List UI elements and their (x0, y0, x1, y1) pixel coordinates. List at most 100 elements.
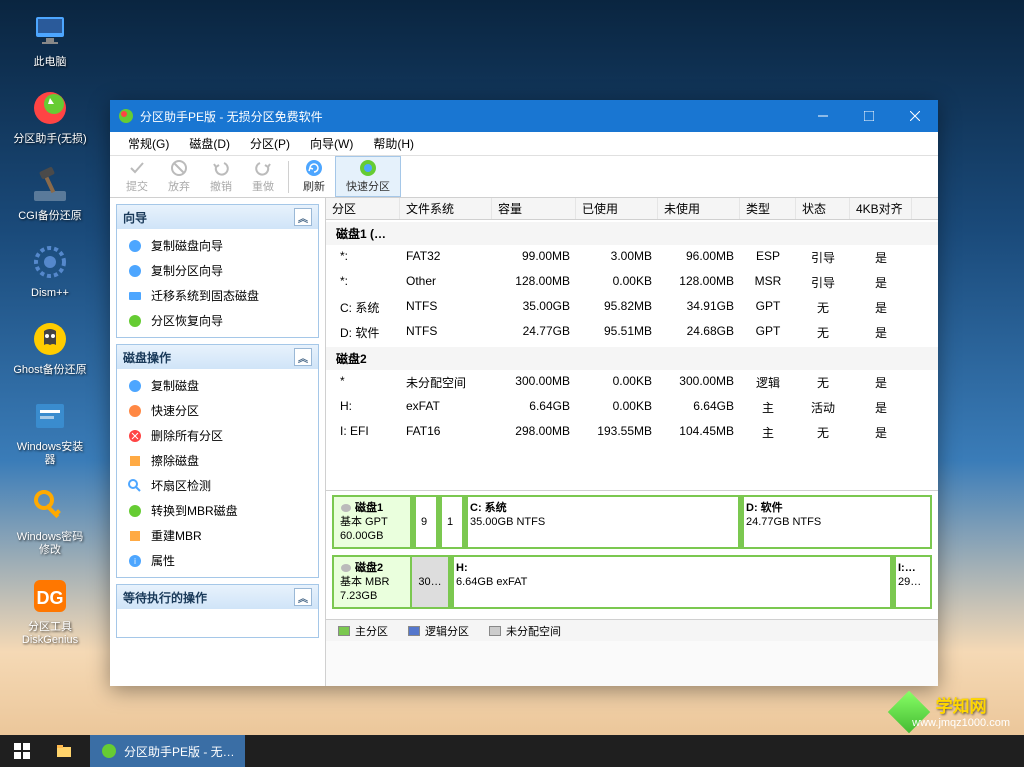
scan-icon (127, 478, 143, 494)
desktop-icon-dism[interactable]: Dism++ (12, 241, 88, 300)
submit-button[interactable]: 提交 (116, 157, 158, 196)
partition-icon (127, 403, 143, 419)
disk2-header[interactable]: 磁盘2 (326, 347, 938, 370)
desktop-icon-password[interactable]: Windows密码修改 (12, 485, 88, 557)
col-align[interactable]: 4KB对齐 (850, 198, 912, 219)
op-wipe-disk[interactable]: 擦除磁盘 (119, 448, 316, 473)
desktop-icon-diskgenius[interactable]: DG 分区工具DiskGenius (12, 575, 88, 647)
menu-partition[interactable]: 分区(P) (240, 133, 300, 154)
desktop-icon-ghost[interactable]: Ghost备份还原 (12, 318, 88, 377)
menubar: 常规(G) 磁盘(D) 分区(P) 向导(W) 帮助(H) (110, 132, 938, 156)
installer-icon (30, 396, 70, 436)
folder-icon (55, 742, 73, 760)
disk-icon (127, 263, 143, 279)
table-row[interactable]: D: 软件NTFS24.77GB95.51MB24.68GBGPT无是 (326, 320, 938, 345)
taskbar-app[interactable]: 分区助手PE版 - 无… (90, 735, 245, 767)
table-row[interactable]: *:Other128.00MB0.00KB128.00MBMSR引导是 (326, 270, 938, 295)
discard-button[interactable]: 放弃 (158, 157, 200, 196)
taskbar: 分区助手PE版 - 无… (0, 735, 1024, 767)
table-row[interactable]: *未分配空间300.00MB0.00KB300.00MB逻辑无是 (326, 370, 938, 395)
part-c[interactable]: C: 系统35.00GB NTFS (462, 497, 738, 547)
convert-icon (127, 503, 143, 519)
part-small1[interactable]: 9 (410, 497, 436, 547)
op-properties[interactable]: i属性 (119, 548, 316, 573)
table-row[interactable]: *:FAT3299.00MB3.00MB96.00MBESP引导是 (326, 245, 938, 270)
app-window: 分区助手PE版 - 无损分区免费软件 常规(G) 磁盘(D) 分区(P) 向导(… (110, 100, 938, 686)
op-bad-sector[interactable]: 坏扇区检测 (119, 473, 316, 498)
menu-disk[interactable]: 磁盘(D) (179, 133, 240, 154)
disk-layout: 磁盘1 基本 GPT 60.00GB 9 1 C: 系统35.00GB NTFS… (326, 490, 938, 619)
desktop-icon-cgi[interactable]: CGI备份还原 (12, 164, 88, 223)
redo-button[interactable]: 重做 (242, 157, 284, 196)
refresh-button[interactable]: 刷新 (293, 157, 335, 196)
table-row[interactable]: C: 系统NTFS35.00GB95.82MB34.91GBGPT无是 (326, 295, 938, 320)
check-icon (128, 159, 146, 177)
redo-icon (254, 159, 272, 177)
close-button[interactable] (892, 100, 938, 132)
part-d[interactable]: D: 软件24.77GB NTFS (738, 497, 930, 547)
col-state[interactable]: 状态 (796, 198, 850, 219)
op-quick-partition[interactable]: 快速分区 (119, 398, 316, 423)
disk1-label: 磁盘1 基本 GPT 60.00GB (334, 497, 410, 547)
minimize-button[interactable] (800, 100, 846, 132)
partition-icon (30, 88, 70, 128)
op-copy-disk[interactable]: 复制磁盘 (119, 373, 316, 398)
desktop-icon-wininstall[interactable]: Windows安装器 (12, 395, 88, 467)
disk-icon (127, 378, 143, 394)
disk1-header[interactable]: 磁盘1 (… (326, 222, 938, 245)
quick-partition-button[interactable]: 快速分区 (335, 156, 401, 197)
table-row[interactable]: I: EFIFAT16298.00MB193.55MB104.45MB主无是 (326, 420, 938, 445)
op-rebuild-mbr[interactable]: 重建MBR (119, 523, 316, 548)
part-i[interactable]: I:…29… (890, 557, 930, 607)
disk-ops-panel: 磁盘操作︽ 复制磁盘 快速分区 删除所有分区 擦除磁盘 坏扇区检测 转换到MBR… (116, 344, 319, 578)
collapse-icon[interactable]: ︽ (294, 348, 312, 366)
table-row[interactable]: H:exFAT6.64GB0.00KB6.64GB主活动是 (326, 395, 938, 420)
part-h[interactable]: H:6.64GB exFAT (448, 557, 890, 607)
collapse-icon[interactable]: ︽ (294, 588, 312, 606)
menu-help[interactable]: 帮助(H) (363, 133, 424, 154)
wizard-panel: 向导︽ 复制磁盘向导 复制分区向导 迁移系统到固态磁盘 分区恢复向导 (116, 204, 319, 338)
legend-logical: 逻辑分区 (408, 623, 469, 639)
maximize-button[interactable] (846, 100, 892, 132)
desktop-icon-partition[interactable]: 分区助手(无损) (12, 87, 88, 146)
partition-list[interactable]: 磁盘1 (… *:FAT3299.00MB3.00MB96.00MBESP引导是… (326, 220, 938, 490)
disk1-layout[interactable]: 磁盘1 基本 GPT 60.00GB 9 1 C: 系统35.00GB NTFS… (332, 495, 932, 549)
collapse-icon[interactable]: ︽ (294, 208, 312, 226)
titlebar[interactable]: 分区助手PE版 - 无损分区免费软件 (110, 100, 938, 132)
menu-general[interactable]: 常规(G) (118, 133, 179, 154)
panel-header-wizard[interactable]: 向导︽ (117, 205, 318, 229)
col-free[interactable]: 未使用 (658, 198, 740, 219)
wizard-copy-disk[interactable]: 复制磁盘向导 (119, 233, 316, 258)
wizard-recover[interactable]: 分区恢复向导 (119, 308, 316, 333)
menu-wizard[interactable]: 向导(W) (300, 133, 363, 154)
col-size[interactable]: 容量 (492, 198, 576, 219)
disk2-label: 磁盘2 基本 MBR 7.23GB (334, 557, 410, 607)
disk2-layout[interactable]: 磁盘2 基本 MBR 7.23GB 30… H:6.64GB exFAT I:…… (332, 555, 932, 609)
col-partition[interactable]: 分区 (326, 198, 400, 219)
wizard-migrate-ssd[interactable]: 迁移系统到固态磁盘 (119, 283, 316, 308)
ssd-icon (127, 288, 143, 304)
recover-icon (127, 313, 143, 329)
svg-text:DG: DG (37, 588, 64, 608)
panel-header-diskops[interactable]: 磁盘操作︽ (117, 345, 318, 369)
op-convert-mbr[interactable]: 转换到MBR磁盘 (119, 498, 316, 523)
op-delete-all[interactable]: 删除所有分区 (119, 423, 316, 448)
col-used[interactable]: 已使用 (576, 198, 658, 219)
start-button[interactable] (0, 735, 44, 767)
windows-icon (14, 743, 30, 759)
part-small2[interactable]: 1 (436, 497, 462, 547)
col-type[interactable]: 类型 (740, 198, 796, 219)
sidebar: 向导︽ 复制磁盘向导 复制分区向导 迁移系统到固态磁盘 分区恢复向导 磁盘操作︽… (110, 198, 326, 686)
legend: 主分区 逻辑分区 未分配空间 (326, 619, 938, 641)
desktop-icon-thispc[interactable]: 此电脑 (12, 10, 88, 69)
undo-button[interactable]: 撤销 (200, 157, 242, 196)
col-fs[interactable]: 文件系统 (400, 198, 492, 219)
app-icon (100, 742, 118, 760)
panel-header-pending[interactable]: 等待执行的操作︽ (117, 585, 318, 609)
disk-icon (340, 563, 352, 573)
taskbar-explorer[interactable] (45, 735, 89, 767)
part-unalloc[interactable]: 30… (410, 557, 448, 607)
wizard-copy-partition[interactable]: 复制分区向导 (119, 258, 316, 283)
delete-icon (127, 428, 143, 444)
gear-icon (30, 242, 70, 282)
